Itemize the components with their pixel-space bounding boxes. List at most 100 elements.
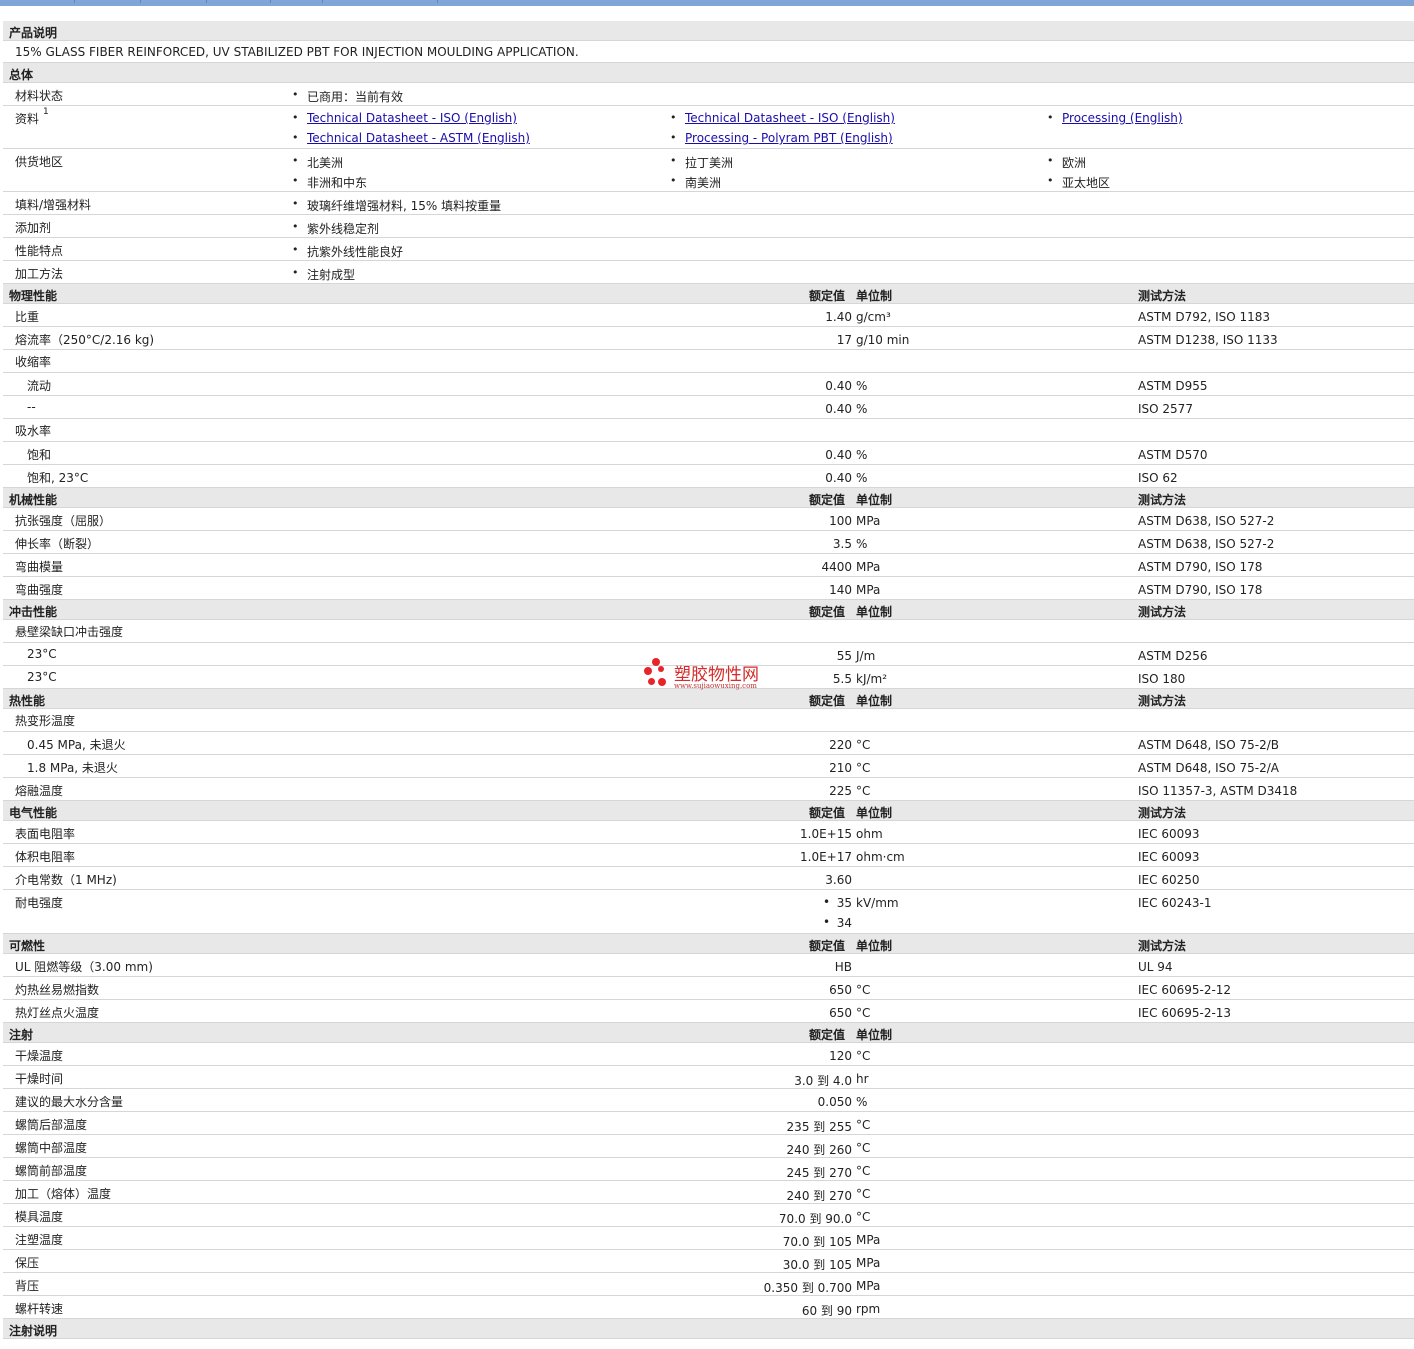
- section-header: 热性能 额定值 单位制 测试方法: [3, 689, 1414, 709]
- property-value: 0.40: [825, 379, 852, 393]
- property-unit: %: [856, 537, 868, 551]
- property-label: 建议的最大水分含量: [15, 1095, 124, 1109]
- property-label: 抗张强度（屈服）: [15, 514, 112, 528]
- datasheet-link[interactable]: Technical Datasheet - ISO (English): [292, 111, 517, 125]
- property-row: 建议的最大水分含量 0.050%: [3, 1089, 1414, 1112]
- datasheet-link[interactable]: Technical Datasheet - ISO (English): [670, 111, 895, 125]
- property-unit: °C: [856, 1006, 871, 1020]
- row-label: 填料/增强材料: [15, 198, 92, 212]
- column-header-unit: 单位制: [856, 605, 893, 619]
- datasheet-link[interactable]: Technical Datasheet - ASTM (English): [292, 131, 530, 145]
- property-unit: %: [856, 379, 868, 393]
- property-value: 220: [829, 738, 852, 752]
- property-row: 保压 30.0 到 105 MPa: [3, 1250, 1414, 1273]
- tab-divider: [206, 0, 207, 3]
- section-title: 冲击性能: [9, 605, 58, 619]
- property-unit: °C: [856, 1118, 871, 1132]
- property-label: UL 阻燃等级（3.00 mm): [15, 960, 153, 974]
- property-label: 干燥时间: [15, 1072, 64, 1086]
- region-item: 亚太地区: [1047, 174, 1110, 191]
- property-label: 熔融温度: [15, 784, 64, 798]
- general-row: 填料/增强材料 玻璃纤维增强材料, 15% 填料按重量: [3, 192, 1414, 215]
- general-value: 玻璃纤维增强材料, 15% 填料按重量: [292, 197, 501, 214]
- datasheet-link[interactable]: Processing - Polyram PBT (English): [670, 131, 893, 145]
- property-row: 耐电强度 35 34 • • kV/mm IEC 60243-1: [3, 890, 1414, 934]
- column-header-unit: 单位制: [856, 1028, 893, 1042]
- column-header-value: 额定值: [809, 694, 846, 708]
- general-value: 注射成型: [292, 266, 355, 283]
- column-header-value: 额定值: [809, 806, 846, 820]
- property-row: 热灯丝点火温度 650 °C IEC 60695-2-13: [3, 1000, 1414, 1023]
- property-value: 34: [836, 916, 852, 930]
- region-item: 拉丁美洲: [670, 154, 733, 171]
- subgroup-row: 收缩率: [3, 350, 1414, 373]
- property-unit: °C: [856, 784, 871, 798]
- property-value: 30.0 到 105: [782, 1258, 852, 1272]
- property-row: 流动 0.40% ASTM D955: [3, 373, 1414, 396]
- test-method: IEC 60695-2-12: [1138, 983, 1232, 997]
- property-value: 100: [829, 514, 852, 528]
- column-header-value: 额定值: [809, 939, 846, 953]
- property-label: 体积电阻率: [15, 850, 76, 864]
- property-label: 耐电强度: [15, 896, 64, 910]
- tab-divider: [74, 0, 75, 3]
- property-label: 悬壁梁缺口冲击强度: [15, 625, 124, 639]
- property-label: 23°C: [27, 670, 57, 684]
- property-value: 1.0E+15: [800, 827, 852, 841]
- property-value: 650: [829, 983, 852, 997]
- row-label: 性能特点: [15, 244, 64, 258]
- property-label: 1.8 MPa, 未退火: [27, 761, 118, 775]
- test-method: ASTM D648, ISO 75-2/A: [1138, 761, 1279, 775]
- property-row: 比重 1.40 g/cm³ ASTM D792, ISO 1183: [3, 304, 1414, 327]
- property-value: 0.40: [825, 448, 852, 462]
- region-item: 非洲和中东: [292, 174, 367, 191]
- property-unit: MPa: [856, 514, 881, 528]
- property-value: 60 到 90: [801, 1304, 852, 1318]
- general-row: 供货地区 北美洲 拉丁美洲 欧洲非洲和中东 南美洲 亚太地区: [3, 149, 1414, 192]
- test-method: ISO 180: [1138, 672, 1186, 686]
- property-row: 0.45 MPa, 未退火 220 °C ASTM D648, ISO 75-2/B: [3, 732, 1414, 755]
- section-header: 注射说明: [3, 1319, 1414, 1339]
- row-label: 材料状态: [15, 89, 64, 103]
- test-method: IEC 60093: [1138, 827, 1200, 841]
- property-row: 模具温度 70.0 到 90.0 °C: [3, 1204, 1414, 1227]
- property-value: 1.0E+17: [800, 850, 852, 864]
- property-value: 0.350 到 0.700: [763, 1281, 852, 1295]
- general-value: 紫外线稳定剂: [292, 220, 379, 237]
- property-row: 螺筒后部温度 235 到 255 °C: [3, 1112, 1414, 1135]
- test-method: ISO 62: [1138, 471, 1178, 485]
- tab-divider: [437, 0, 438, 3]
- datasheet-link[interactable]: Processing (English): [1047, 111, 1183, 125]
- property-label: 表面电阻率: [15, 827, 76, 841]
- property-label: 弯曲强度: [15, 583, 64, 597]
- property-value: 3.5: [832, 537, 852, 551]
- property-row: UL 阻燃等级（3.00 mm) HB UL 94: [3, 954, 1414, 977]
- general-row: 加工方法 注射成型: [3, 261, 1414, 284]
- row-label: 添加剂: [15, 221, 52, 235]
- property-row: 干燥温度 120 °C: [3, 1043, 1414, 1066]
- property-value: 0.40: [825, 402, 852, 416]
- general-row: 资料1 Technical Datasheet - ISO (English) Te…: [3, 106, 1414, 149]
- property-row: 注塑温度 70.0 到 105 MPa: [3, 1227, 1414, 1250]
- test-method: IEC 60093: [1138, 850, 1200, 864]
- column-header-unit: 单位制: [856, 289, 893, 303]
- column-header-unit: 单位制: [856, 939, 893, 953]
- property-row: 背压 0.350 到 0.700 MPa: [3, 1273, 1414, 1296]
- property-row: 1.8 MPa, 未退火 210 °C ASTM D648, ISO 75-2/A: [3, 755, 1414, 778]
- property-row: -- 0.40% ISO 2577: [3, 396, 1414, 419]
- property-label: 比重: [15, 310, 40, 324]
- footnote-marker: 1: [43, 107, 49, 117]
- property-unit: MPa: [856, 1256, 881, 1270]
- property-row: 弯曲模量 4400 MPa ASTM D790, ISO 178: [3, 554, 1414, 577]
- bullet: •: [823, 915, 831, 929]
- property-unit: %: [856, 448, 868, 462]
- property-label: 吸水率: [15, 424, 52, 438]
- property-label: 0.45 MPa, 未退火: [27, 738, 126, 752]
- property-row: 体积电阻率 1.0E+17 ohm·cm IEC 60093: [3, 844, 1414, 867]
- property-value: 140: [829, 583, 852, 597]
- property-label: --: [27, 400, 36, 414]
- section-title: 热性能: [9, 694, 46, 708]
- property-unit: °C: [856, 983, 871, 997]
- column-header-method: 测试方法: [1138, 806, 1187, 820]
- property-value: 3.60: [825, 873, 852, 887]
